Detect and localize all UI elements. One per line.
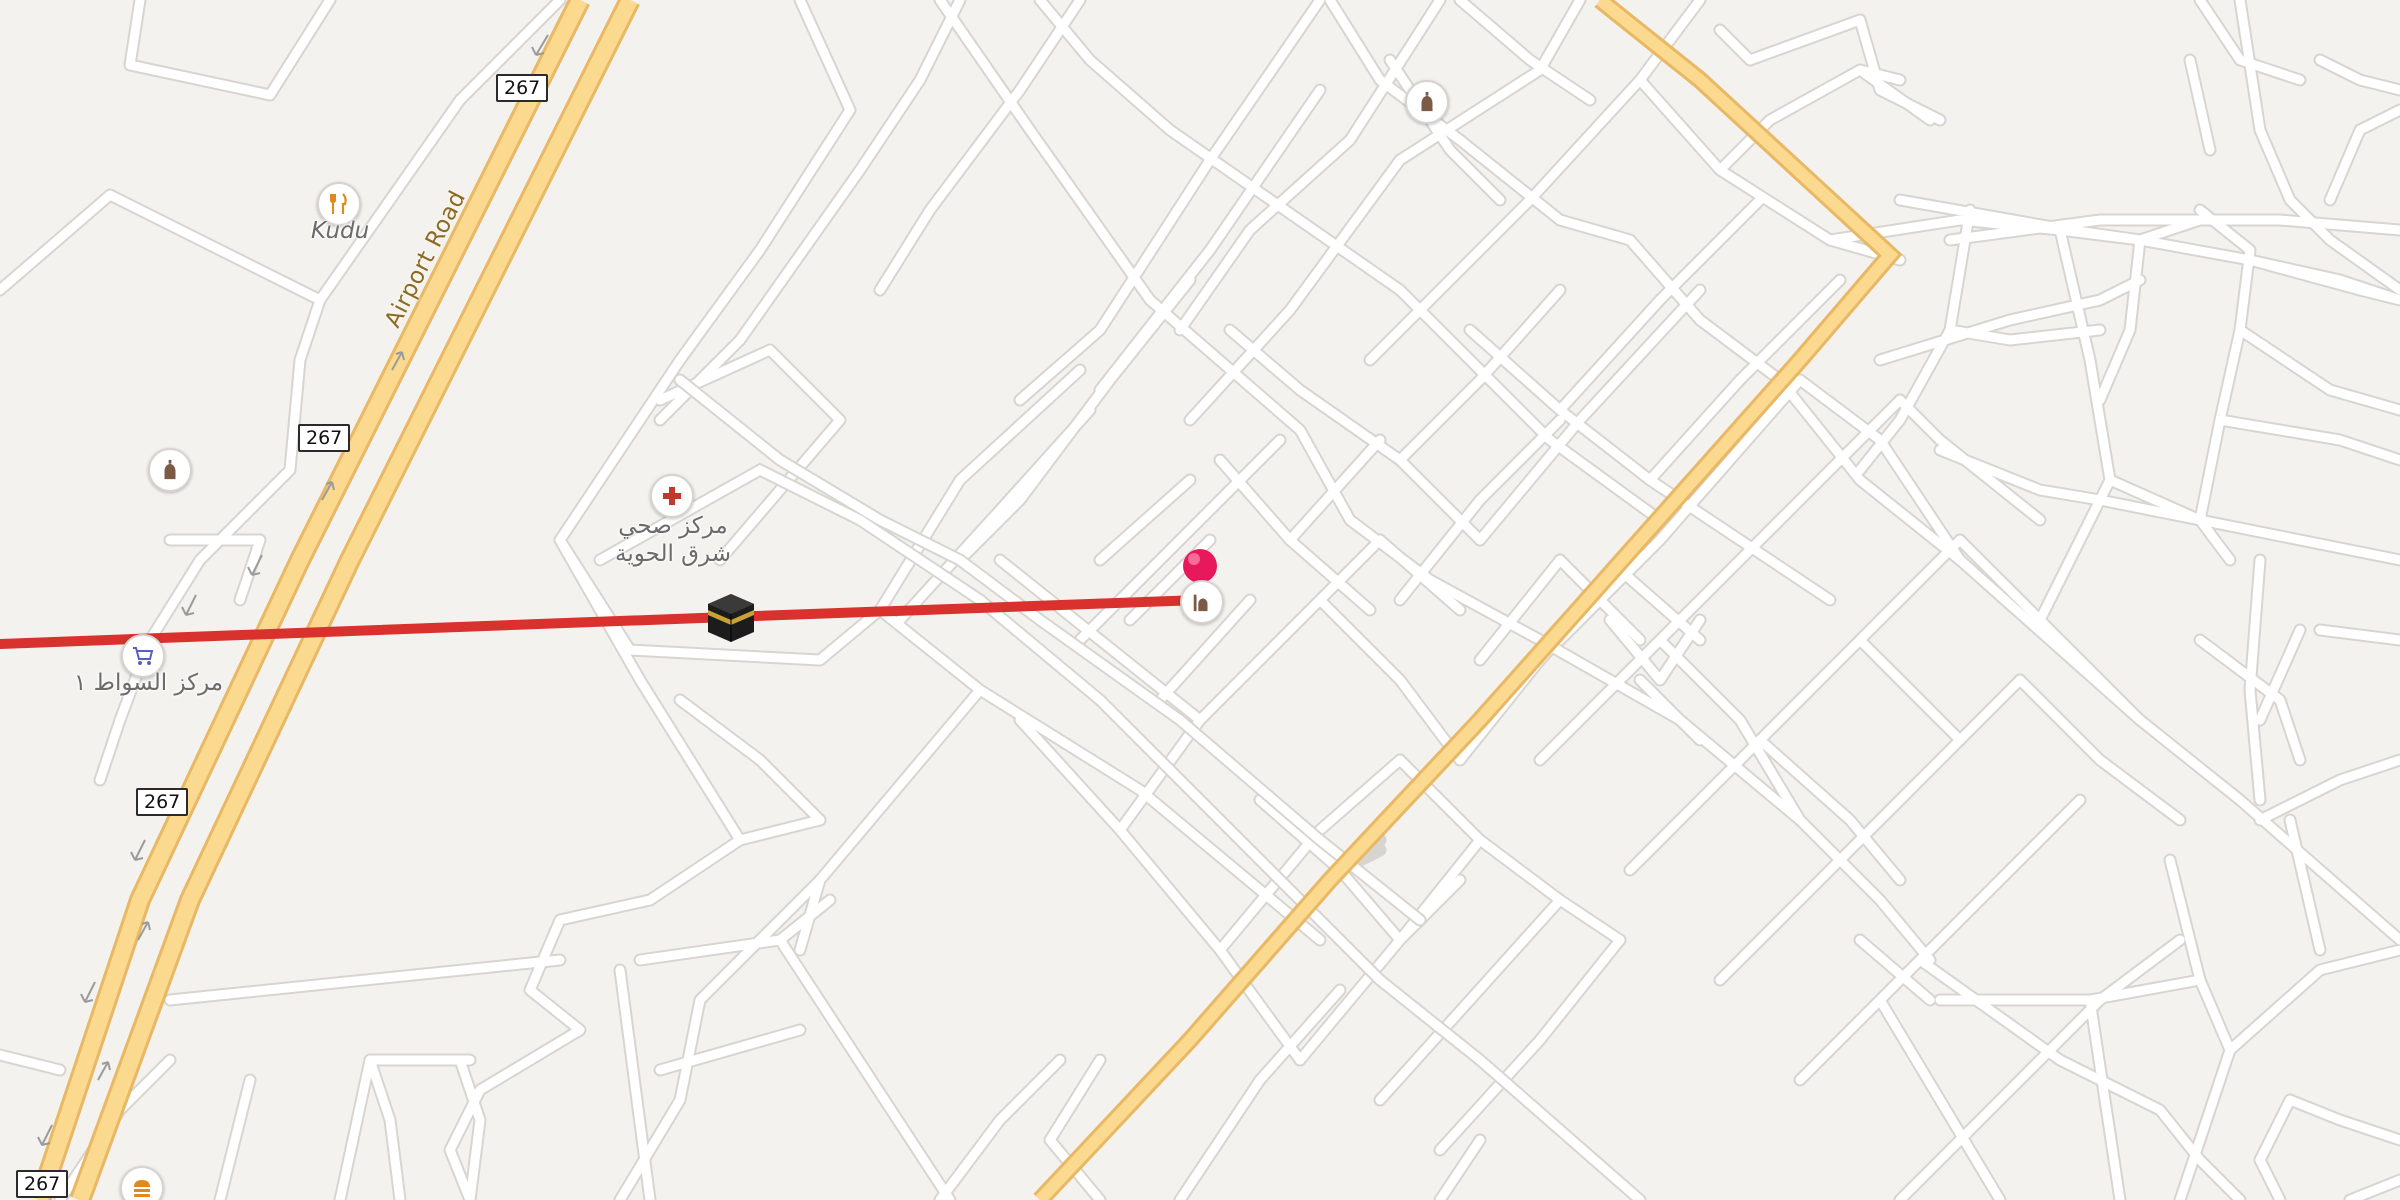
map-canvas[interactable]: 267 267 267 267 Airport Road Kudu مركز ص… <box>0 0 2400 1200</box>
fast-food-icon <box>134 1180 150 1197</box>
kaaba-icon <box>708 594 754 642</box>
mosque-icon <box>1421 91 1433 112</box>
medical-cross-icon <box>663 487 681 505</box>
mosque-poi[interactable] <box>148 448 192 492</box>
airport-road <box>29 0 640 1200</box>
mosque-poi[interactable] <box>1180 580 1224 624</box>
kaaba-marker[interactable] <box>706 592 756 644</box>
mosque-icon <box>1193 594 1208 612</box>
mosque-icon <box>164 459 176 480</box>
poi-label: Kudu <box>311 218 370 244</box>
route-shield: 267 <box>496 74 549 102</box>
fork-knife-icon <box>330 193 347 214</box>
poi-label: مركز صحي شرق الحوية <box>615 513 731 567</box>
shopping-cart-icon <box>133 647 154 665</box>
route-shield: 267 <box>298 424 351 452</box>
route-shield: 267 <box>16 1170 69 1198</box>
route-shield: 267 <box>136 788 189 816</box>
mosque-poi[interactable] <box>1405 80 1449 124</box>
poi-label: مركز السواط ١ <box>74 670 224 696</box>
